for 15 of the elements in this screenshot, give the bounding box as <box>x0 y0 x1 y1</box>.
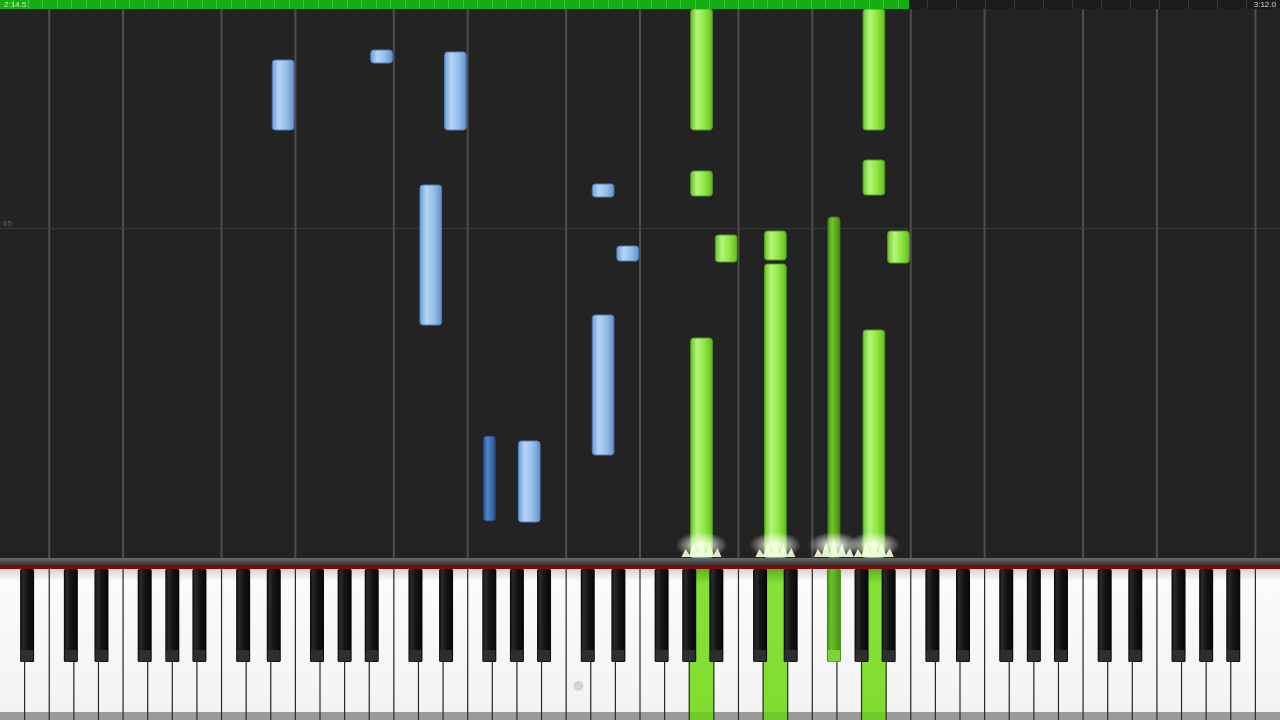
note-bar <box>271 59 295 131</box>
note-bar <box>887 230 910 264</box>
sparkle-icon <box>675 532 728 558</box>
note-bar <box>591 183 615 198</box>
note-bar <box>714 234 738 263</box>
note-bar <box>690 170 713 197</box>
note-bar <box>616 245 639 262</box>
sparkle-icon <box>749 532 802 558</box>
note-bar <box>764 230 787 261</box>
note-bar <box>862 159 886 196</box>
total-time: 3:12.0 <box>1253 0 1276 9</box>
sparkle-icon <box>847 532 900 558</box>
note-bar <box>370 49 393 64</box>
elapsed-time: 2:14.5 <box>4 0 27 9</box>
progress-track[interactable]: 2:14.5 3:12.0 <box>0 0 1280 9</box>
